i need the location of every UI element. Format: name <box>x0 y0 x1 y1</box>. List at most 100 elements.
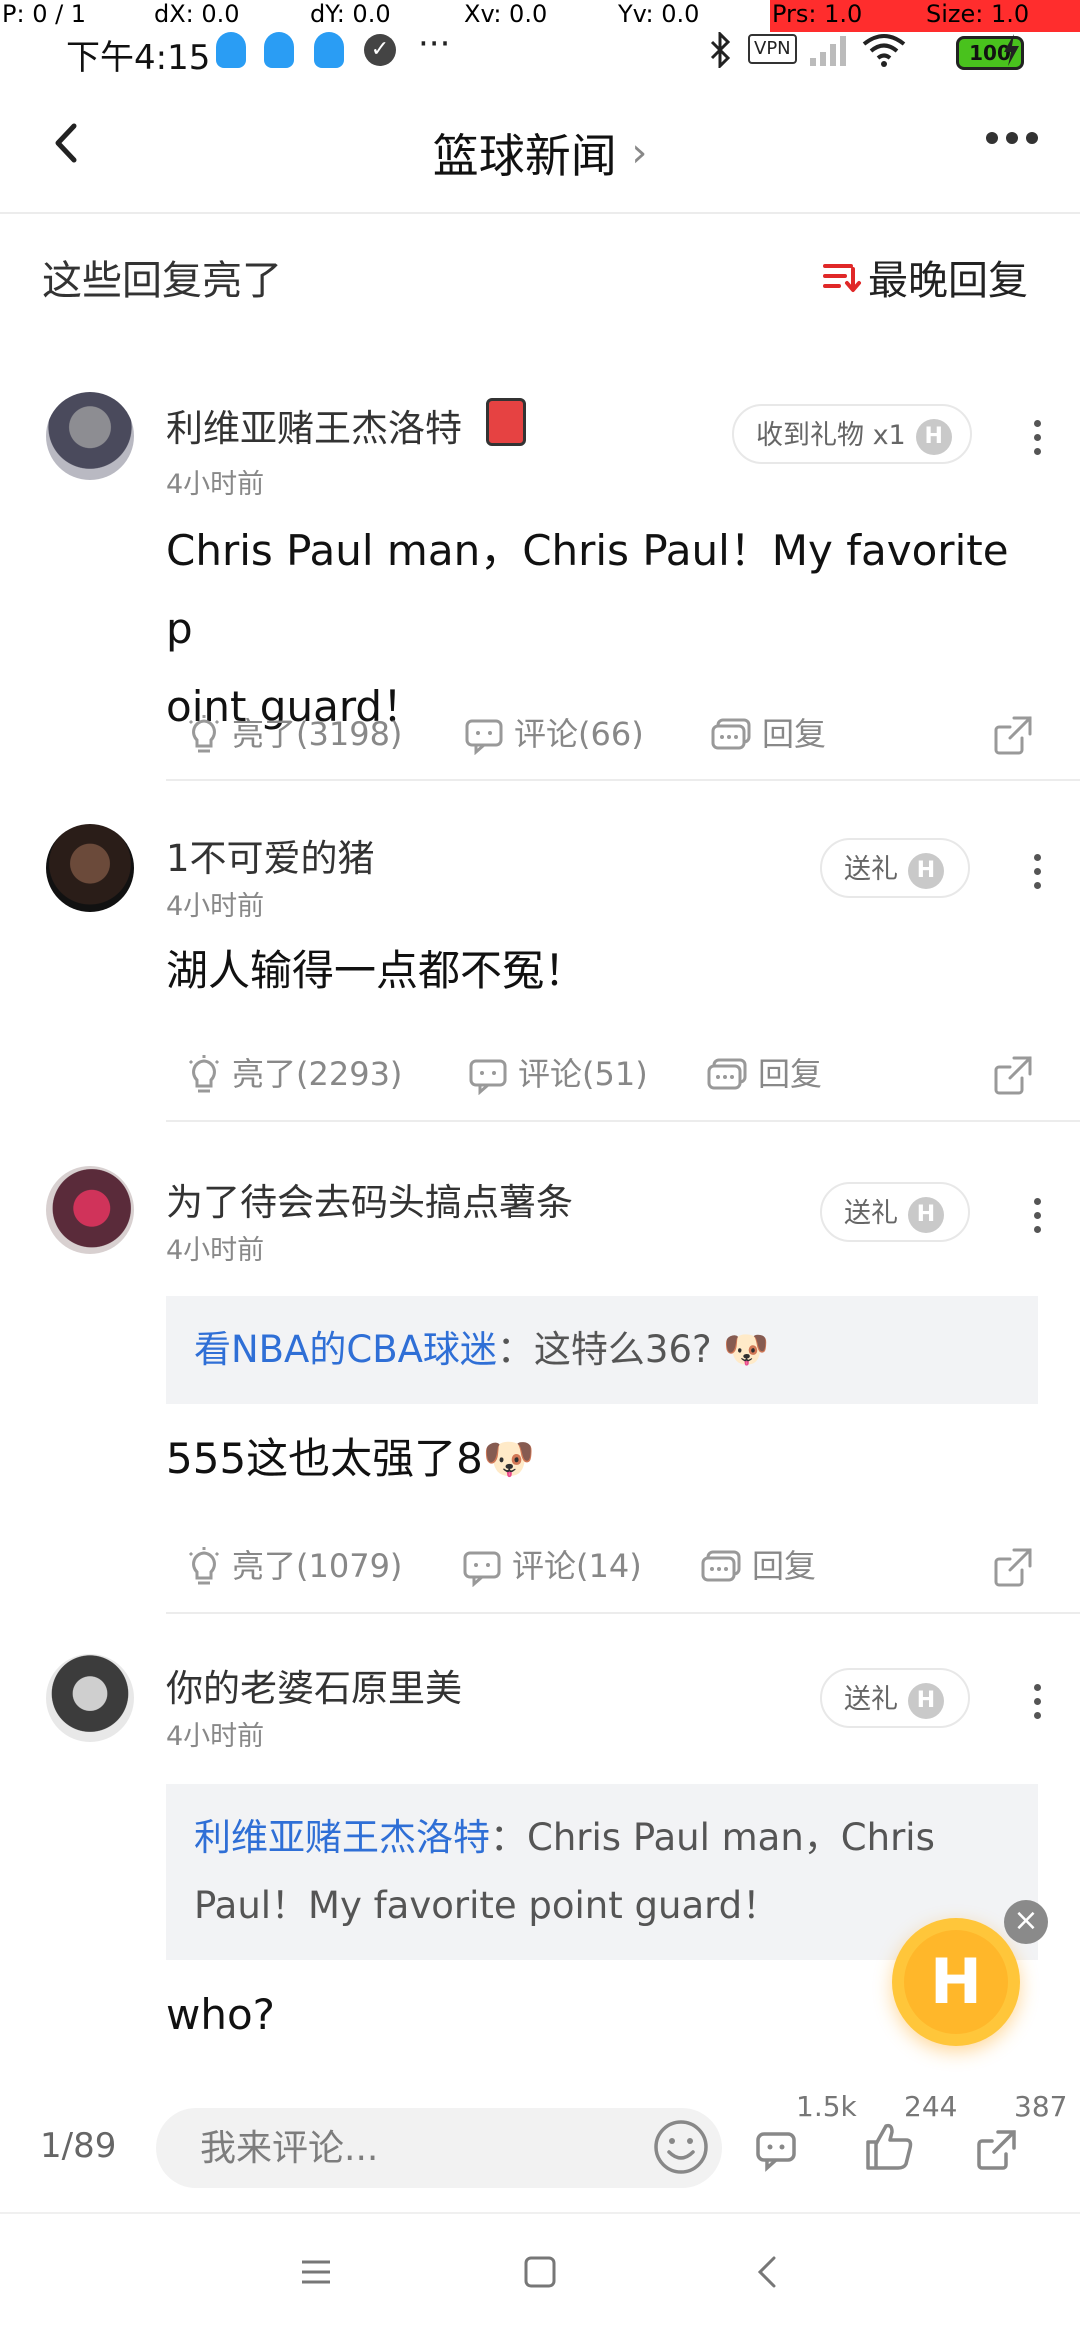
comment-more-icon[interactable] <box>1034 1684 1042 1726</box>
comment-button[interactable]: 评论(51) <box>468 1044 648 1104</box>
menu-icon[interactable] <box>298 2254 334 2290</box>
username[interactable]: 1不可爱的猪 <box>166 828 375 882</box>
comment-actions: 亮了(1079) 评论(14) 回复 <box>166 1536 1046 1596</box>
comment-actions: 亮了(2293) 评论(51) 回复 <box>166 1044 1046 1104</box>
gift-button[interactable]: 送礼 H <box>820 1182 970 1242</box>
qq-icon <box>216 32 246 68</box>
gift-button[interactable]: 送礼 H <box>820 838 970 898</box>
comment-time: 4小时前 <box>166 891 265 922</box>
hupu-floating-label: H <box>904 1930 1008 2034</box>
qq-icon <box>314 32 344 68</box>
qq-icon <box>264 32 294 68</box>
comment-total-count: 1.5k <box>796 2090 857 2123</box>
hupu-floating-button[interactable]: H <box>892 1918 1020 2046</box>
comment-item: 1不可爱的猪 4小时前 送礼 H 湖人输得一点都不冤！ 亮了(2293) 评论(5… <box>0 822 1080 1122</box>
hupu-coin-icon: H <box>908 1196 944 1233</box>
comment-divider <box>166 779 1080 781</box>
reply-icon <box>711 718 751 750</box>
gift-label: 送礼 <box>844 1198 898 1229</box>
comment-more-icon[interactable] <box>1034 420 1042 462</box>
username[interactable]: 为了待会去码头搞点薯条 <box>166 1172 573 1226</box>
reply-label: 回复 <box>758 1055 823 1093</box>
comment-item: 为了待会去码头搞点薯条 4小时前 送礼 H 看NBA的CBA球迷：这特么36? 🐶… <box>0 1166 1080 1616</box>
check-icon: ✓ <box>364 34 396 66</box>
close-floating-button-icon[interactable]: × <box>1004 1900 1048 1944</box>
reply-button[interactable]: 回复 <box>710 704 826 764</box>
like-button[interactable]: 亮了(3198) <box>186 704 402 764</box>
gift-label: 送礼 <box>844 854 898 885</box>
share-icon[interactable] <box>974 2128 1018 2172</box>
quoted-text: ：这特么36? 🐶 <box>496 1328 770 1371</box>
home-icon[interactable] <box>522 2254 558 2290</box>
reply-button[interactable]: 回复 <box>706 1044 822 1104</box>
avatar[interactable] <box>46 1166 134 1254</box>
page-indicator: 1/89 <box>40 2126 117 2166</box>
quoted-reply[interactable]: 利维亚赌王杰洛特：Chris Paul man，Chris Paul！My fa… <box>166 1784 1038 1960</box>
username[interactable]: 利维亚赌王杰洛特 <box>166 398 462 452</box>
like-count: 亮了(3198) <box>232 715 403 753</box>
more-options-icon[interactable] <box>984 130 1040 146</box>
comment-actions: 亮了(3198) 评论(66) 回复 <box>166 704 1046 764</box>
share-icon[interactable] <box>992 1054 1034 1096</box>
hupu-coin-icon: H <box>908 852 944 889</box>
comment-time: 4小时前 <box>166 1721 265 1752</box>
avatar[interactable] <box>46 392 134 480</box>
sort-label: 最晚回复 <box>868 258 1028 304</box>
comment-time: 4小时前 <box>166 469 265 500</box>
comment-divider <box>166 1120 1080 1122</box>
bottom-comment-bar: 1/89 1.5k 244 387 <box>0 2090 1080 2210</box>
gift-label: 收到礼物 x1 <box>756 420 906 451</box>
gift-button[interactable]: 送礼 H <box>820 1668 970 1728</box>
comment-count: 评论(51) <box>518 1055 648 1093</box>
comment-count: 评论(66) <box>514 715 644 753</box>
section-title: 这些回复亮了 <box>42 258 282 304</box>
vpn-icon: VPN <box>748 34 797 64</box>
emoji-icon[interactable] <box>652 2118 710 2176</box>
reply-icon <box>701 1550 741 1582</box>
comment-button[interactable]: 评论(66) <box>464 704 644 764</box>
quoted-username[interactable]: 看NBA的CBA球迷 <box>194 1328 497 1371</box>
more-notifications-icon: ··· <box>418 24 451 64</box>
quoted-username[interactable]: 利维亚赌王杰洛特 <box>194 1816 490 1859</box>
top-app-bar: 篮球新闻 › <box>0 80 1080 214</box>
comment-more-icon[interactable] <box>1034 1198 1042 1240</box>
like-count: 亮了(2293) <box>232 1055 403 1093</box>
comment-text-line: Chris Paul man，Chris Paul！My favorite p <box>166 526 1009 653</box>
avatar[interactable] <box>46 824 134 912</box>
like-count: 亮了(1079) <box>232 1547 403 1585</box>
comment-bubble-icon <box>469 1059 507 1096</box>
comment-divider <box>166 1612 1080 1614</box>
comment-more-icon[interactable] <box>1034 854 1042 896</box>
sort-icon <box>823 264 861 292</box>
status-time: 下午4:15 <box>66 38 211 78</box>
lightbulb-icon <box>188 715 220 753</box>
like-button[interactable]: 亮了(2293) <box>186 1044 402 1104</box>
share-icon[interactable] <box>992 714 1034 756</box>
comment-bubble-icon <box>463 1551 501 1588</box>
page-title[interactable]: 篮球新闻 › <box>0 120 1080 186</box>
quoted-reply[interactable]: 看NBA的CBA球迷：这特么36? 🐶 <box>166 1296 1038 1404</box>
comments-icon[interactable] <box>754 2128 798 2172</box>
share-total-count: 387 <box>1014 2090 1068 2123</box>
nav-back-icon[interactable] <box>752 2254 782 2290</box>
hupu-coin-icon: H <box>915 418 952 455</box>
comment-bubble-icon <box>465 719 503 756</box>
signal-icon <box>810 36 846 66</box>
thumbs-up-icon[interactable] <box>862 2118 918 2174</box>
reply-label: 回复 <box>752 1547 817 1585</box>
lightbulb-icon <box>188 1547 220 1585</box>
comment-item: 利维亚赌王杰洛特 4小时前 收到礼物 x1 H Chris Paul man，Ch… <box>0 390 1080 781</box>
username[interactable]: 你的老婆石原里美 <box>166 1658 462 1712</box>
share-icon[interactable] <box>992 1546 1034 1588</box>
avatar[interactable] <box>46 1654 134 1742</box>
sort-button[interactable]: 最晚回复 <box>822 248 1028 306</box>
chevron-right-icon: › <box>631 130 648 176</box>
gift-button[interactable]: 收到礼物 x1 H <box>732 404 972 464</box>
comment-text: 湖人输得一点都不冤！ <box>166 946 587 995</box>
like-button[interactable]: 亮了(1079) <box>186 1536 402 1596</box>
wifi-icon <box>862 34 906 67</box>
comment-input[interactable] <box>156 2108 722 2188</box>
comment-button[interactable]: 评论(14) <box>462 1536 642 1596</box>
reply-button[interactable]: 回复 <box>700 1536 816 1596</box>
page-title-text: 篮球新闻 <box>432 129 617 183</box>
